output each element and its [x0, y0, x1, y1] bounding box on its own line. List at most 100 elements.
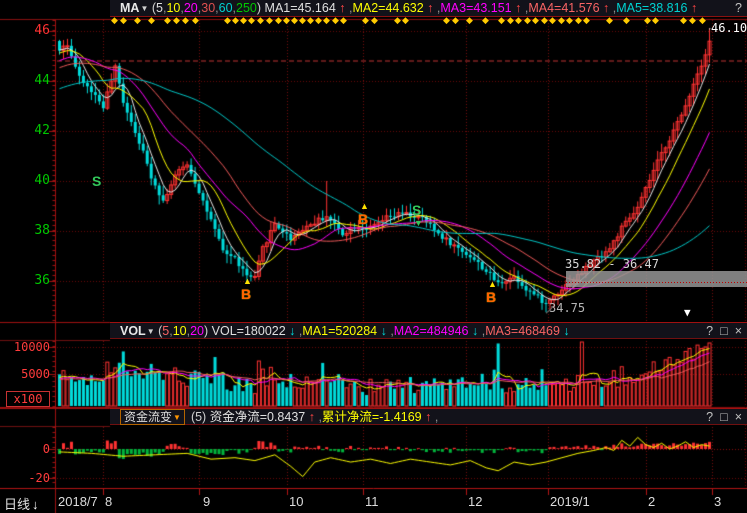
- month-label: 9: [203, 494, 210, 509]
- signal-down-icon: ▼: [414, 219, 423, 228]
- event-diamond-icon: ◆: [606, 16, 613, 25]
- price-dotline: [566, 282, 747, 283]
- indicator-value: 资金净流=0.8437: [210, 410, 306, 424]
- volume-indicator-header: VOL▼ (5,10,20) VOL=180022 ↓ ,MA1=520284 …: [110, 322, 747, 339]
- event-diamond-icon: ◆: [498, 16, 505, 25]
- buy-signal-marker: B: [358, 212, 368, 226]
- event-diamond-icon: ◆: [402, 16, 409, 25]
- header-buttons: ? □ ×: [699, 323, 742, 340]
- trend-down-icon: ↓: [469, 324, 479, 338]
- event-diamond-icon: ◆: [524, 16, 531, 25]
- indicator-value: MA1=45.164: [265, 1, 336, 15]
- trend-up-icon: ↑: [422, 410, 432, 424]
- event-diamond-icon: ◆: [323, 16, 330, 25]
- help-button[interactable]: ?: [706, 324, 713, 338]
- event-diamond-icon: ◆: [299, 16, 306, 25]
- indicator-value: MA2=44.632: [352, 1, 423, 15]
- month-label: 3: [714, 494, 721, 509]
- price-axis-label: 36: [0, 274, 50, 287]
- timeline-bar: 日线↓ 2018/7891011122019/123: [0, 489, 747, 513]
- header-buttons: ?: [728, 0, 742, 17]
- event-diamond-icon: ◆: [134, 16, 141, 25]
- param-token: 30: [201, 1, 215, 15]
- event-diamond-icon: ◆: [240, 16, 247, 25]
- event-diamond-icon: ◆: [623, 16, 630, 25]
- indicator-value: VOL=180022: [212, 324, 286, 338]
- month-label: 2018/7: [58, 494, 98, 509]
- ma-indicator-header: MA▼ (5,10,20,30,60,250) MA1=45.164 ↑ ,MA…: [110, 0, 747, 17]
- event-diamond-icon: ◆: [549, 16, 556, 25]
- sell-signal-marker: S: [412, 203, 421, 217]
- help-button[interactable]: ?: [706, 410, 713, 424]
- fundflow-selector[interactable]: 资金流变▼: [120, 409, 185, 425]
- event-diamond-icon: ◆: [257, 16, 264, 25]
- event-diamond-icon: ◆: [507, 16, 514, 25]
- trend-down-icon: ↓: [377, 324, 387, 338]
- month-label: 2: [648, 494, 655, 509]
- volume-unit-box: x100: [6, 391, 50, 407]
- event-diamond-icon: ◆: [248, 16, 255, 25]
- help-button[interactable]: ?: [735, 1, 742, 15]
- high-price-label: 46.10: [711, 21, 747, 35]
- param-token: 10: [166, 1, 180, 15]
- dropdown-icon: ▼: [147, 327, 155, 336]
- header-buttons: ? □ ×: [699, 409, 742, 426]
- signal-up-icon: ▲: [243, 277, 252, 286]
- event-diamond-icon: ◆: [452, 16, 459, 25]
- event-diamond-icon: ◆: [575, 16, 582, 25]
- event-diamond-icon: ◆: [340, 16, 347, 25]
- event-diamond-icon: ◆: [148, 16, 155, 25]
- price-axis-label: 40: [0, 174, 50, 187]
- trend-up-icon: ↑: [424, 1, 434, 15]
- param-token: 60: [219, 1, 233, 15]
- buy-signal-marker: B: [486, 290, 496, 304]
- trend-up-icon: ↑: [687, 1, 697, 15]
- event-diamond-icon: ◆: [689, 16, 696, 25]
- param-token: 250: [236, 1, 257, 15]
- signal-up-icon: ▲: [360, 202, 369, 211]
- low-price-label: 34.75: [549, 301, 585, 315]
- event-diamond-icon: ◆: [275, 16, 282, 25]
- price-axis-label: 46: [0, 24, 50, 37]
- trend-down-icon: ↓: [560, 324, 570, 338]
- maximize-button[interactable]: □: [720, 324, 728, 338]
- month-label: 10: [289, 494, 303, 509]
- vol-dropdown[interactable]: VOL▼: [120, 324, 155, 338]
- param-token: 20: [190, 324, 204, 338]
- month-label: 8: [105, 494, 112, 509]
- dropdown-icon: ▼: [173, 413, 181, 422]
- indicator-value: MA1=520284: [302, 324, 377, 338]
- price-axis-label: 44: [0, 74, 50, 87]
- event-diamond-icon: ◆: [644, 16, 651, 25]
- event-diamond-icon: ◆: [466, 16, 473, 25]
- event-diamond-icon: ◆: [482, 16, 489, 25]
- buy-signal-marker: B: [241, 287, 251, 301]
- period-selector[interactable]: 日线↓: [4, 494, 39, 513]
- indicator-value: MA3=468469: [485, 324, 560, 338]
- event-diamond-icon: ◆: [558, 16, 565, 25]
- close-button[interactable]: ×: [735, 324, 742, 338]
- event-diamond-icon: ◆: [120, 16, 127, 25]
- close-button[interactable]: ×: [735, 410, 742, 424]
- fund-axis-label: 0: [0, 443, 50, 456]
- event-diamond-icon: ◆: [532, 16, 539, 25]
- maximize-button[interactable]: □: [720, 410, 728, 424]
- separator: ,: [431, 410, 438, 424]
- event-diamond-icon: ◆: [394, 16, 401, 25]
- price-axis-label: 38: [0, 224, 50, 237]
- range-highlight-band: [566, 271, 747, 287]
- event-diamond-icon: ◆: [173, 16, 180, 25]
- event-diamond-icon: ◆: [566, 16, 573, 25]
- event-diamond-icon: ◆: [699, 16, 706, 25]
- event-diamond-icon: ◆: [111, 16, 118, 25]
- event-diamond-icon: ◆: [182, 16, 189, 25]
- event-diamond-icon: ◆: [583, 16, 590, 25]
- ma-dropdown[interactable]: MA▼: [120, 1, 148, 15]
- scroll-down-marker-icon[interactable]: ▼: [684, 306, 691, 319]
- volume-axis-label: 10000: [0, 341, 50, 354]
- indicator-value: 累计净流=-1.4169: [322, 410, 422, 424]
- band-range-label: 35.82 - 36.47: [565, 257, 659, 271]
- fundflow-indicator-header: 资金流变▼(5) 资金净流=0.8437 ↑ ,累计净流=-1.4169 ↑ ,…: [110, 408, 747, 425]
- event-diamond-icon: ◆: [232, 16, 239, 25]
- trend-up-icon: ↑: [512, 1, 522, 15]
